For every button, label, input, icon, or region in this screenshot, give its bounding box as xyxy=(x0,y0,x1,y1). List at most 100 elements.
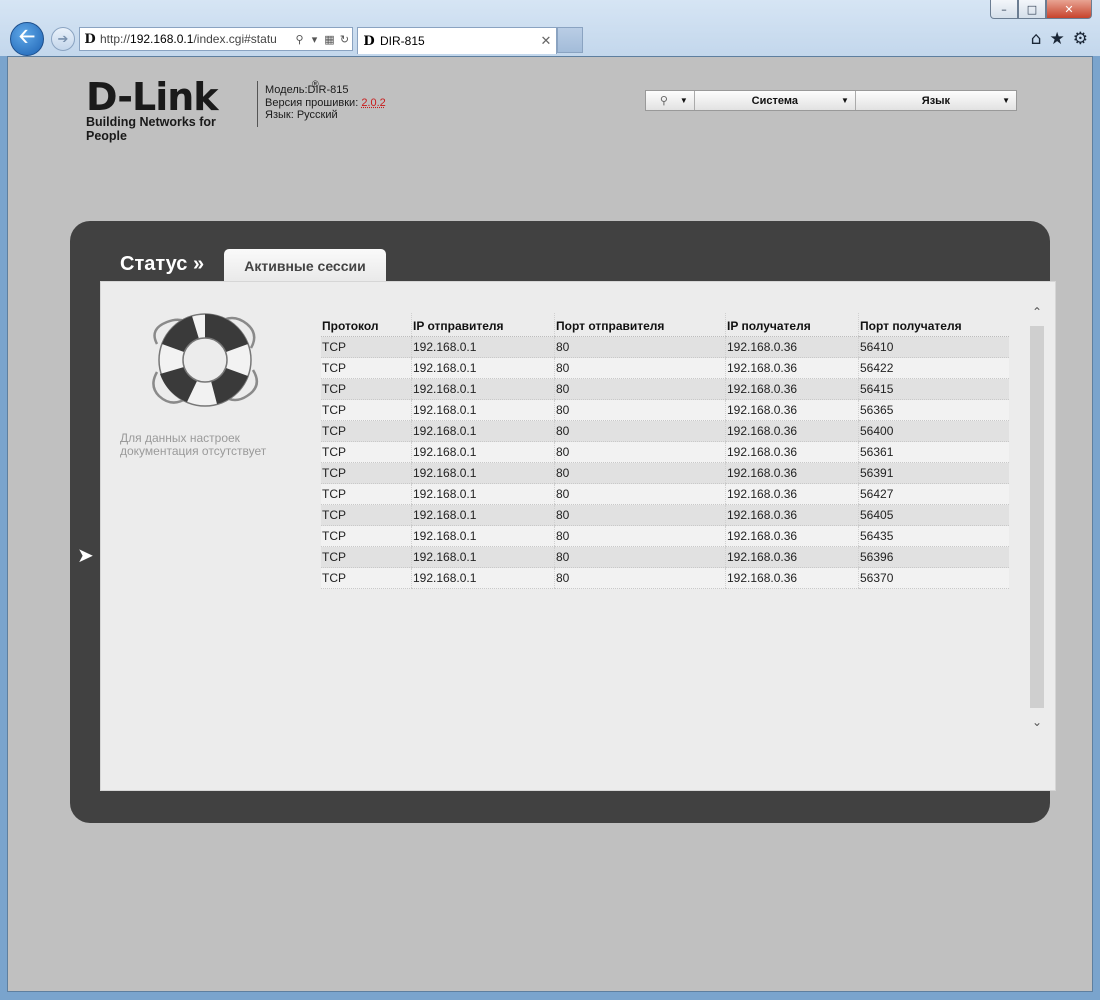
search-icon[interactable]: ⚲ xyxy=(292,33,307,46)
cell-dst-ip: 192.168.0.36 xyxy=(725,378,859,400)
cell-dst-ip: 192.168.0.36 xyxy=(725,504,859,526)
model-label: Модель:DIR-815 xyxy=(265,84,349,96)
help-menu[interactable]: ⚲ ▼ xyxy=(646,91,695,110)
system-menu[interactable]: Система ▼ xyxy=(695,91,856,110)
cell-dst-port: 56415 xyxy=(858,378,1009,400)
language-menu-label: Язык xyxy=(921,94,951,107)
cell-src-port: 80 xyxy=(554,399,726,421)
browser-chrome: – □ ✕ 🡠 ➔ D http://192.168.0.1/index.cgi… xyxy=(0,0,1100,56)
forward-arrow-icon: ➔ xyxy=(57,31,69,46)
address-bar[interactable]: D http://192.168.0.1/index.cgi#statu ⚲ ▾… xyxy=(79,27,353,51)
forward-button[interactable]: ➔ xyxy=(51,27,75,51)
cell-src-port: 80 xyxy=(554,462,726,484)
table-row: TCP 192.168.0.1 80 192.168.0.36 56396 xyxy=(321,546,1009,568)
cell-src-ip: 192.168.0.1 xyxy=(411,483,555,505)
cell-dst-ip: 192.168.0.36 xyxy=(725,420,859,442)
cell-src-ip: 192.168.0.1 xyxy=(411,420,555,442)
tab-title: DIR-815 xyxy=(380,34,425,48)
scroll-track[interactable] xyxy=(1030,326,1044,708)
cell-dst-port: 56405 xyxy=(858,504,1009,526)
cell-dst-port: 56391 xyxy=(858,462,1009,484)
header-src-port: Порт отправителя xyxy=(554,313,726,337)
cell-dst-port: 56427 xyxy=(858,483,1009,505)
cell-src-ip: 192.168.0.1 xyxy=(411,504,555,526)
new-tab-button[interactable] xyxy=(557,27,583,53)
table-row: TCP 192.168.0.1 80 192.168.0.36 56361 xyxy=(321,441,1009,463)
header-src-ip: IP отправителя xyxy=(411,313,555,337)
breadcrumb[interactable]: Статус » xyxy=(120,253,204,276)
cell-dst-ip: 192.168.0.36 xyxy=(725,546,859,568)
cell-dst-port: 56396 xyxy=(858,546,1009,568)
table-row: TCP 192.168.0.1 80 192.168.0.36 56405 xyxy=(321,504,1009,526)
back-button[interactable]: 🡠 xyxy=(10,22,44,56)
scroll-up-icon[interactable]: ⌃ xyxy=(1028,304,1046,320)
cell-src-port: 80 xyxy=(554,357,726,379)
cell-protocol: TCP xyxy=(321,504,412,526)
table-row: TCP 192.168.0.1 80 192.168.0.36 56435 xyxy=(321,525,1009,547)
url-prefix: http:// xyxy=(100,32,131,46)
url-host: 192.168.0.1 xyxy=(130,32,194,46)
language-menu[interactable]: Язык ▼ xyxy=(856,91,1016,110)
top-menu: ⚲ ▼ Система ▼ Язык ▼ xyxy=(645,90,1017,111)
cell-protocol: TCP xyxy=(321,336,412,358)
page-viewport: D-Link Building Networks for People ® Мо… xyxy=(7,56,1093,992)
content-area: Для данных настроек документация отсутст… xyxy=(100,281,1056,791)
header-divider xyxy=(257,81,258,127)
dlink-logo[interactable]: D-Link Building Networks for People ® xyxy=(86,77,319,143)
cell-protocol: TCP xyxy=(321,357,412,379)
cell-dst-ip: 192.168.0.36 xyxy=(725,462,859,484)
close-window-button[interactable]: ✕ xyxy=(1046,0,1092,19)
cell-src-ip: 192.168.0.1 xyxy=(411,567,555,589)
home-icon[interactable]: ⌂ xyxy=(1031,29,1042,49)
favorites-star-icon[interactable]: ★ xyxy=(1050,29,1065,49)
cell-dst-port: 56400 xyxy=(858,420,1009,442)
close-tab-icon[interactable]: ✕ xyxy=(536,33,556,49)
cell-dst-ip: 192.168.0.36 xyxy=(725,441,859,463)
minimize-button[interactable]: – xyxy=(990,0,1018,19)
tab-favicon: D xyxy=(363,33,375,49)
no-documentation-note: Для данных настроек документация отсутст… xyxy=(120,432,266,458)
main-panel: Статус » Активные сессии ➤ Для данных на… xyxy=(70,221,1056,823)
table-body: TCP 192.168.0.1 80 192.168.0.36 56410 TCP 192.… xyxy=(321,336,1009,589)
cell-dst-ip: 192.168.0.36 xyxy=(725,525,859,547)
refresh-icon[interactable]: ↻ xyxy=(337,33,352,46)
dropdown-icon[interactable]: ▾ xyxy=(307,33,322,46)
scroll-down-icon[interactable]: ⌄ xyxy=(1028,714,1046,730)
device-info: Модель:DIR-815 Версия прошивки: 2.0.2 Яз… xyxy=(265,84,386,122)
url-text[interactable]: http://192.168.0.1/index.cgi#statu xyxy=(100,32,292,46)
table-row: TCP 192.168.0.1 80 192.168.0.36 56365 xyxy=(321,399,1009,421)
cell-protocol: TCP xyxy=(321,462,412,484)
compat-view-icon[interactable]: ▦ xyxy=(322,33,337,46)
scrollbar[interactable]: ⌃ ⌄ xyxy=(1028,304,1046,730)
cell-src-ip: 192.168.0.1 xyxy=(411,441,555,463)
system-menu-label: Система xyxy=(751,94,798,107)
cell-dst-port: 56361 xyxy=(858,441,1009,463)
gear-icon[interactable]: ⚙ xyxy=(1073,29,1088,49)
table-row: TCP 192.168.0.1 80 192.168.0.36 56415 xyxy=(321,378,1009,400)
sessions-table: Протокол IP отправителя Порт отправителя… xyxy=(321,313,1009,589)
cell-src-ip: 192.168.0.1 xyxy=(411,546,555,568)
cell-src-port: 80 xyxy=(554,441,726,463)
cell-dst-ip: 192.168.0.36 xyxy=(725,483,859,505)
language-label: Язык: Русский xyxy=(265,109,338,121)
firmware-version[interactable]: 2.0.2 xyxy=(361,97,385,109)
cell-dst-port: 56370 xyxy=(858,567,1009,589)
firmware-label: Версия прошивки: xyxy=(265,96,359,109)
cell-dst-port: 56422 xyxy=(858,357,1009,379)
cell-dst-port: 56435 xyxy=(858,525,1009,547)
cell-dst-port: 56410 xyxy=(858,336,1009,358)
browser-tab[interactable]: D DIR-815 ✕ xyxy=(357,27,557,54)
cell-dst-port: 56365 xyxy=(858,399,1009,421)
table-row: TCP 192.168.0.1 80 192.168.0.36 56410 xyxy=(321,336,1009,358)
browser-tools: ⌂ ★ ⚙ xyxy=(1031,29,1088,49)
maximize-button[interactable]: □ xyxy=(1018,0,1046,19)
logo-tagline: Building Networks for People xyxy=(86,115,216,143)
cell-src-port: 80 xyxy=(554,420,726,442)
header-dst-ip: IP получателя xyxy=(725,313,859,337)
cell-dst-ip: 192.168.0.36 xyxy=(725,357,859,379)
collapse-arrow-icon[interactable]: ➤ xyxy=(77,543,94,567)
tab-active-sessions[interactable]: Активные сессии xyxy=(224,249,386,282)
chevron-down-icon: ▼ xyxy=(679,96,688,105)
cell-protocol: TCP xyxy=(321,441,412,463)
cell-src-port: 80 xyxy=(554,546,726,568)
